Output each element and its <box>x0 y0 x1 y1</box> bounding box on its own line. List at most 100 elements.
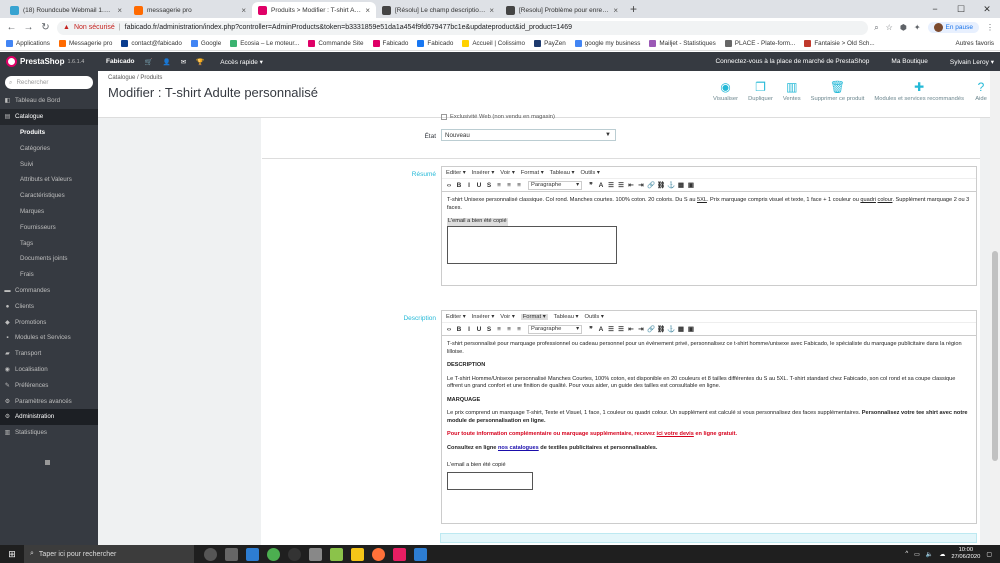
sidebar-item[interactable]: Caractéristiques <box>0 188 98 204</box>
anchor-icon[interactable]: ⚓ <box>667 181 675 190</box>
editor-menu-item[interactable]: Insérer ▾ <box>472 170 495 176</box>
paragraph-format-select[interactable]: Paragraphe ▾ <box>528 324 582 334</box>
app-5-icon[interactable] <box>246 547 259 561</box>
close-tab-icon[interactable]: × <box>117 6 122 15</box>
table-icon[interactable]: ▦ <box>677 325 685 334</box>
sidebar-item[interactable]: ⚙ Paramètres avancés <box>0 393 98 409</box>
marketplace-link[interactable]: Connectez-vous à la place de marché de P… <box>715 58 869 65</box>
quick-access-menu[interactable]: Accès rapide ▾ <box>220 58 263 66</box>
tray-chevron-icon[interactable]: ^ <box>905 551 908 557</box>
bold-icon[interactable]: B <box>455 325 463 334</box>
description-textarea[interactable] <box>447 472 533 491</box>
sidebar-item[interactable]: ▪ Modules et Services <box>0 330 98 346</box>
browser-tab[interactable]: [Resolu] Problème pour enregist × <box>500 2 624 18</box>
strikethrough-icon[interactable]: S <box>485 181 493 190</box>
sidebar-search-input[interactable]: ⌕ Rechercher <box>5 76 93 89</box>
prestashop-logo[interactable]: PrestaShop 1.6.1.4 <box>6 56 106 67</box>
blockquote-icon[interactable]: ❞ <box>587 181 595 190</box>
align-left-icon[interactable]: ≡ <box>495 181 503 190</box>
bookmark-item[interactable]: contact@fabicado <box>121 40 182 47</box>
align-right-icon[interactable]: ≡ <box>515 325 523 334</box>
user-icon[interactable]: 👤 <box>163 58 171 66</box>
indent-icon[interactable]: ⇥ <box>637 325 645 334</box>
code-icon[interactable]: ‹› <box>445 325 453 334</box>
minimize-button[interactable]: − <box>922 0 948 18</box>
editor-menu-item[interactable]: Tableau ▾ <box>554 314 579 320</box>
outdent-icon[interactable]: ⇤ <box>627 181 635 190</box>
sidebar-item[interactable]: ✎ Préférences <box>0 377 98 393</box>
sidebar-item[interactable]: Produits <box>0 125 98 141</box>
underline-icon[interactable]: U <box>475 181 483 190</box>
italic-icon[interactable]: I <box>465 181 473 190</box>
browser-tab[interactable]: Produits > Modifier : T-shirt Adu × <box>252 2 376 18</box>
sidebar-item[interactable]: ▥ Statistiques <box>0 425 98 441</box>
numbered-list-icon[interactable]: ☰ <box>617 325 625 334</box>
bookmark-item[interactable]: Mailjet - Statistiques <box>649 40 716 47</box>
reload-icon[interactable]: ↻ <box>40 22 51 33</box>
close-tab-icon[interactable]: × <box>613 6 618 15</box>
bookmark-item[interactable]: Accueil | Colissimo <box>462 40 525 47</box>
sidebar-item[interactable]: Tags <box>0 235 98 251</box>
bookmark-item[interactable]: Fantaisie > Old Sch... <box>804 40 875 47</box>
cortana-icon[interactable] <box>204 547 217 561</box>
toolbar-action-button[interactable]: ◉ Visualiser <box>713 80 738 102</box>
bookmark-item[interactable]: PayZen <box>534 40 566 47</box>
sidebar-item[interactable]: ◧ Tableau de Bord <box>0 93 98 109</box>
sidebar-item[interactable]: ⚙ Administration <box>0 408 98 425</box>
editor-menu-item[interactable]: Outils ▾ <box>584 314 603 320</box>
cart-icon[interactable]: 🛒 <box>145 58 153 66</box>
my-shop-link[interactable]: Ma Boutique <box>891 58 928 65</box>
italic-icon[interactable]: I <box>465 325 473 334</box>
trophy-icon[interactable]: 🏆 <box>196 58 204 66</box>
description-editor[interactable]: Editer ▾ Insérer ▾ Voir ▾ Format ▾ Tableau ▾… <box>441 310 977 524</box>
close-tab-icon[interactable]: × <box>241 6 246 15</box>
browser-tab[interactable]: (18) Roundcube Webmail 1.4.3 - × <box>4 2 128 18</box>
editor-menu-item[interactable]: Voir ▾ <box>500 314 515 320</box>
sidebar-item[interactable]: Documents joints <box>0 251 98 267</box>
forward-icon[interactable]: → <box>23 22 34 33</box>
unlink-icon[interactable]: ⛓ <box>657 325 665 334</box>
file-explorer-icon[interactable] <box>351 547 364 561</box>
task-view-icon[interactable] <box>225 547 238 561</box>
summary-content[interactable]: T-shirt Unisexe personnalisé classique. … <box>442 192 976 269</box>
align-center-icon[interactable]: ≡ <box>505 181 513 190</box>
notifications-icon[interactable]: ▢ <box>986 551 992 558</box>
align-left-icon[interactable]: ≡ <box>495 325 503 334</box>
browser-tab[interactable]: messagerie pro × <box>128 2 252 18</box>
firefox-icon[interactable] <box>372 547 385 561</box>
collapse-icon[interactable] <box>45 460 50 465</box>
maximize-button[interactable]: ☐ <box>948 0 974 18</box>
underline-icon[interactable]: U <box>475 325 483 334</box>
editor-menu-item[interactable]: Format ▾ <box>520 313 548 320</box>
extension-icon[interactable]: ⬢ <box>900 23 907 32</box>
app-icon[interactable] <box>288 547 301 561</box>
toolbar-action-button[interactable]: ❐ Dupliquer <box>748 80 773 102</box>
numbered-list-icon[interactable]: ☰ <box>617 181 625 190</box>
clock[interactable]: 10:00 27/06/2020 <box>951 547 980 561</box>
volume-icon[interactable]: 🔈 <box>926 551 933 558</box>
page-scrollbar[interactable] <box>990 71 1000 545</box>
align-center-icon[interactable]: ≡ <box>505 325 513 334</box>
calculator-icon[interactable] <box>309 547 322 561</box>
link-icon[interactable]: 🔗 <box>647 181 655 190</box>
sidebar-item[interactable]: Fournisseurs <box>0 219 98 235</box>
onedrive-icon[interactable]: ☁ <box>939 551 945 558</box>
sidebar-item[interactable]: ▤ Catalogue <box>0 108 98 125</box>
editor-menu-item[interactable]: Tableau ▾ <box>550 170 575 176</box>
editor-menu-item[interactable]: Voir ▾ <box>500 170 515 176</box>
quote-link[interactable]: ici votre devis <box>657 431 694 437</box>
sidebar-item[interactable]: Frais <box>0 267 98 283</box>
summary-textarea[interactable] <box>447 225 617 264</box>
bookmark-item[interactable]: Commande Site <box>308 40 364 47</box>
code-icon[interactable]: ‹› <box>445 181 453 190</box>
table-icon[interactable]: ▦ <box>677 181 685 190</box>
sidebar-item[interactable]: ● Clients <box>0 298 98 314</box>
zoom-icon[interactable]: ⌕ <box>874 23 878 33</box>
bold-icon[interactable]: B <box>455 181 463 190</box>
description-content[interactable]: T-shirt personnalisé pour marquage profe… <box>442 336 976 495</box>
bookmark-item[interactable]: PLACE - Plate-form... <box>724 40 795 47</box>
message-icon[interactable]: ✉ <box>181 58 186 66</box>
paragraph-format-select[interactable]: Paragraphe ▾ <box>528 180 582 190</box>
menu-icon[interactable]: ⋮ <box>986 23 994 32</box>
toolbar-action-button[interactable]: ▥ Ventes <box>783 80 801 102</box>
